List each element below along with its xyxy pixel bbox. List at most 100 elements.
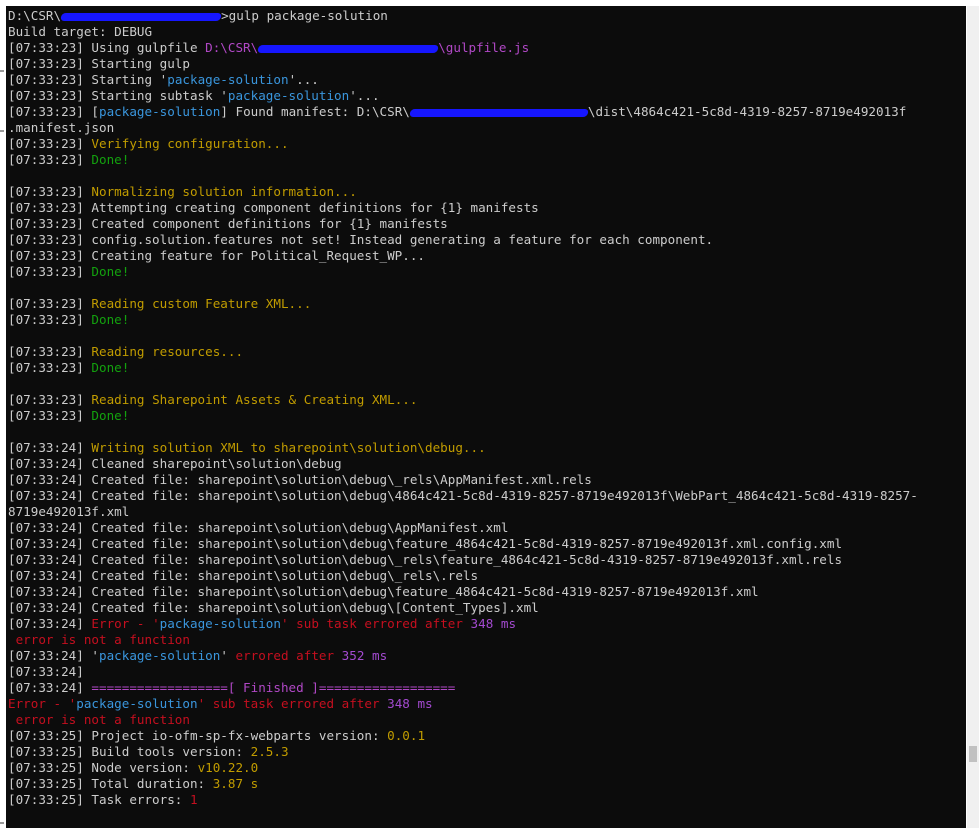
terminal-text: ' sub task errored after [197,696,388,711]
terminal-text: 352 ms [341,648,388,663]
terminal-line: [07:33:23] Verifying configuration... [8,136,966,152]
terminal-line: [07:33:24] Cleaned sharepoint\solution\d… [8,456,966,472]
terminal-text: [07:33:23] [8,344,92,359]
terminal-text: [07:33:23] [8,296,92,311]
edge-marker [0,130,4,132]
terminal-line: [07:33:24] Error - 'package-solution' su… [8,616,966,632]
terminal-text: package-solution [227,88,350,103]
terminal-text: Reading Sharepoint Assets & Creating XML… [91,392,418,407]
terminal-text: error is not a function [8,632,190,647]
terminal-text: [07:33:23] Created component definitions… [8,216,448,231]
terminal-line: Build target: DEBUG [8,24,966,40]
terminal-line: [07:33:24] [8,664,966,680]
terminal-text: 348 ms [470,616,517,631]
terminal-text: [07:33:24] ' [8,648,99,663]
terminal-text: [07:33:23] Starting subtask ' [8,88,228,103]
terminal-text: ' sub task errored after [280,616,471,631]
terminal-text: [07:33:23] [8,136,92,151]
terminal-line: [07:33:24] Created file: sharepoint\solu… [8,472,966,488]
terminal-line: [07:33:24] Created file: sharepoint\solu… [8,520,966,536]
terminal-text: [07:33:24] Cleaned sharepoint\solution\d… [8,456,342,471]
terminal-line: [07:33:23] Reading Sharepoint Assets & C… [8,392,966,408]
terminal-line: [07:33:23] Done! [8,360,966,376]
terminal-line: [07:33:25] Build tools version: 2.5.3 [8,744,966,760]
terminal-line: 8719e492013f.xml [8,504,966,520]
terminal-text: 3.87 s [212,776,259,791]
terminal-line: [07:33:23] Done! [8,152,966,168]
terminal-text: 1 [189,792,198,807]
terminal-text: [07:33:23] [8,392,92,407]
terminal-text: Done! [91,408,130,423]
terminal-text: 348 ms [387,696,433,711]
terminal-text: ==================[ Finished ]==========… [91,680,456,695]
terminal-line: [07:33:23] Done! [8,264,966,280]
terminal-line: D:\CSR\ >gulp package-solution [8,8,966,24]
terminal-text: Done! [91,264,130,279]
terminal-text: [07:33:24] [8,616,92,631]
terminal-line: [07:33:24] Created file: sharepoint\solu… [8,584,966,600]
terminal-text: D:\CSR\ [8,8,62,23]
terminal-text: [07:33:23] [8,408,92,423]
terminal-text: [07:33:24] Created file: sharepoint\solu… [8,552,843,567]
terminal-text: package-solution [159,616,281,631]
terminal-text: [07:33:24] Created file: sharepoint\solu… [8,472,592,487]
terminal-text: Reading custom Feature XML... [91,296,312,311]
terminal-text: ] Found manifest: D:\CSR\ [220,104,410,119]
terminal-text: [07:33:25] Task errors: [8,792,190,807]
terminal-text: [07:33:23] Starting ' [8,72,168,87]
edge-marker [0,70,4,72]
terminal-line: [07:33:24] Created file: sharepoint\solu… [8,536,966,552]
terminal-text: package-solution [99,104,221,119]
terminal-window[interactable]: D:\CSR\ >gulp package-solution Build targe… [6,6,966,828]
terminal-text: [07:33:25] Total duration: [8,776,213,791]
terminal-line: [07:33:23] Attempting creating component… [8,200,966,216]
terminal-line: [07:33:25] Total duration: 3.87 s [8,776,966,792]
terminal-text: 2.5.3 [250,744,289,759]
terminal-line: [07:33:23] Starting subtask 'package-sol… [8,88,966,104]
edge-marker [0,822,4,824]
terminal-text: Done! [91,152,130,167]
terminal-line: [07:33:24] ==================[ Finished … [8,680,966,696]
terminal-line: [07:33:24] Created file: sharepoint\solu… [8,488,966,504]
terminal-line: [07:33:24] Writing solution XML to share… [8,440,966,456]
terminal-text: [07:33:24] Created file: sharepoint\solu… [8,568,479,583]
terminal-text: [07:33:24] Created file: sharepoint\solu… [8,600,539,615]
terminal-line: [07:33:23] Creating feature for Politica… [8,248,966,264]
terminal-text: >gulp package-solution [221,8,388,23]
terminal-line: [07:33:25] Task errors: 1 [8,792,966,808]
terminal-text: \dist\4864c421-5c8d-4319-8257-8719e49201… [587,104,907,119]
terminal-line: Error - 'package-solution' sub task erro… [8,696,966,712]
terminal-text: '... [288,72,319,87]
terminal-line: [07:33:23] Starting gulp [8,56,966,72]
terminal-line: error is not a function [8,712,966,728]
terminal-text: [07:33:24] [8,440,92,455]
vertical-scrollbar[interactable] [967,6,979,828]
terminal-text: '... [349,88,380,103]
scrollbar-thumb[interactable] [969,746,977,762]
terminal-text: [07:33:25] Node version: [8,760,198,775]
terminal-text: [07:33:25] Project io-ofm-sp-fx-webparts… [8,728,388,743]
terminal-line: [07:33:25] Project io-ofm-sp-fx-webparts… [8,728,966,744]
terminal-text: Writing solution XML to sharepoint\solut… [91,440,486,455]
terminal-text: \gulpfile.js [438,40,530,55]
terminal-line: [07:33:23] config.solution.features not … [8,232,966,248]
terminal-line: [07:33:23] Normalizing solution informat… [8,184,966,200]
terminal-text: [07:33:24] Created file: sharepoint\solu… [8,488,918,503]
terminal-text: package-solution [99,648,221,663]
terminal-text: 0.0.1 [387,728,426,743]
terminal-text: Build target: DEBUG [8,24,153,39]
terminal-text: v10.22.0 [197,760,259,775]
terminal-output: D:\CSR\ >gulp package-solution Build targe… [8,8,966,808]
terminal-text: [07:33:25] Build tools version: [8,744,251,759]
terminal-text: Verifying configuration... [91,136,289,151]
redaction-mark [257,44,440,53]
redaction-mark [409,108,589,117]
terminal-text: [07:33:23] Starting gulp [8,56,190,71]
terminal-text: Reading resources... [91,344,244,359]
terminal-text: ' [220,648,236,663]
terminal-line: [07:33:23] Reading custom Feature XML... [8,296,966,312]
terminal-text: package-solution [167,72,289,87]
